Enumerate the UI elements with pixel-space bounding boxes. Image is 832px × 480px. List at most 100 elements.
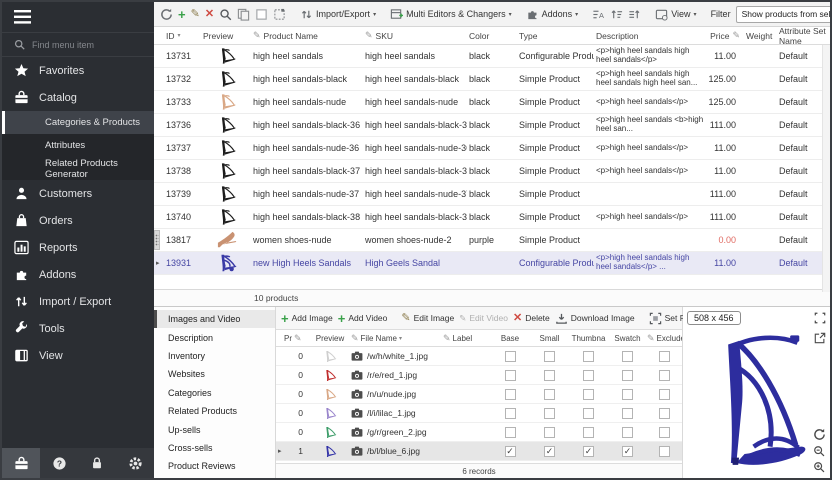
exclude-checkbox[interactable] bbox=[659, 370, 670, 381]
table-row[interactable]: 13817 women shoes-nude women shoes-nude-… bbox=[154, 229, 830, 252]
sidebar-item-related-products-generator[interactable]: Related Products Generator bbox=[2, 157, 154, 180]
sidebar-search[interactable] bbox=[2, 32, 154, 57]
image-row[interactable]: 0 /n/u/nude.jpg bbox=[276, 385, 682, 404]
vertical-scrollbar[interactable] bbox=[822, 45, 830, 292]
base-checkbox[interactable] bbox=[505, 427, 516, 438]
zoom-in-icon[interactable] bbox=[813, 461, 826, 473]
image-row[interactable]: 0 /l/i/lilac_1.jpg bbox=[276, 404, 682, 423]
thumbnail-checkbox[interactable] bbox=[583, 427, 594, 438]
base-checkbox[interactable]: ✓ bbox=[505, 446, 516, 457]
column-header-thumbnail[interactable]: Thumbna bbox=[569, 334, 608, 343]
expand-rows-button[interactable] bbox=[628, 8, 641, 21]
sidebar-item-customers[interactable]: Customers bbox=[2, 180, 154, 207]
edit-product-button[interactable]: ✎ bbox=[191, 9, 200, 20]
thumbnail-checkbox[interactable] bbox=[583, 370, 594, 381]
zoom-out-icon[interactable] bbox=[813, 445, 826, 457]
hamburger-menu-icon[interactable] bbox=[2, 2, 154, 32]
column-header-label[interactable]: ✎Label bbox=[443, 333, 490, 344]
column-header-small[interactable]: Small bbox=[530, 334, 569, 343]
checkbox-select-button[interactable] bbox=[255, 8, 268, 21]
tab-product-reviews[interactable]: Product Reviews bbox=[154, 457, 275, 475]
image-row-selected[interactable]: ▸1 /b/l/blue_6.jpg ✓ ✓ ✓ ✓ bbox=[276, 442, 682, 461]
column-header-color[interactable]: Color bbox=[467, 31, 517, 41]
table-row[interactable]: 13737 high heel sandals-nude-36 high hee… bbox=[154, 137, 830, 160]
table-row[interactable]: 13731 high heel sandals high heel sandal… bbox=[154, 45, 830, 68]
sidebar-item-tools[interactable]: Tools bbox=[2, 315, 154, 342]
delete-image-button[interactable]: ✕Delete bbox=[513, 313, 550, 324]
panel-splitter-handle[interactable] bbox=[154, 230, 160, 250]
swatch-checkbox[interactable]: ✓ bbox=[622, 446, 633, 457]
small-checkbox[interactable] bbox=[544, 370, 555, 381]
small-checkbox[interactable] bbox=[544, 427, 555, 438]
column-header-base[interactable]: Base bbox=[490, 334, 530, 343]
thumbnail-checkbox[interactable]: ✓ bbox=[583, 446, 594, 457]
sidebar-item-orders[interactable]: Orders bbox=[2, 207, 154, 234]
exclude-checkbox[interactable] bbox=[659, 389, 670, 400]
download-image-button[interactable]: Download Image bbox=[555, 312, 635, 325]
sidebar-item-reports[interactable]: Reports bbox=[2, 234, 154, 261]
table-row[interactable]: 13732 high heel sandals-black high heel … bbox=[154, 68, 830, 91]
lock-icon[interactable] bbox=[78, 448, 116, 478]
search-button[interactable] bbox=[219, 8, 232, 21]
edit-image-button[interactable]: ✎Edit Image bbox=[401, 313, 454, 324]
swatch-checkbox[interactable] bbox=[622, 408, 633, 419]
column-header-weight[interactable]: Weight bbox=[744, 31, 777, 41]
add-video-button[interactable]: +Add Video bbox=[338, 313, 388, 324]
import-export-menu[interactable]: Import/Export▾ bbox=[300, 8, 376, 21]
tab-description[interactable]: Description bbox=[154, 328, 275, 346]
add-image-button[interactable]: +Add Image bbox=[281, 313, 333, 324]
small-checkbox[interactable]: ✓ bbox=[544, 446, 555, 457]
column-header-sku[interactable]: ✎SKU bbox=[363, 30, 467, 41]
sidebar-item-attributes[interactable]: Attributes bbox=[2, 134, 154, 157]
image-row[interactable]: 0 /g/r/green_2.jpg bbox=[276, 423, 682, 442]
exclude-checkbox[interactable] bbox=[659, 351, 670, 362]
gear-icon[interactable] bbox=[116, 448, 154, 478]
column-header-type[interactable]: Type bbox=[517, 31, 594, 41]
addons-menu[interactable]: Addons▾ bbox=[526, 8, 579, 21]
sort-order-button[interactable] bbox=[610, 8, 623, 21]
swatch-checkbox[interactable] bbox=[622, 351, 633, 362]
add-product-button[interactable]: + bbox=[178, 9, 186, 20]
base-checkbox[interactable] bbox=[505, 370, 516, 381]
thumbnail-checkbox[interactable] bbox=[583, 408, 594, 419]
tab-up-sells[interactable]: Up-sells bbox=[154, 420, 275, 438]
search-input[interactable] bbox=[32, 40, 142, 50]
refresh-button[interactable] bbox=[160, 8, 173, 21]
tab-inventory[interactable]: Inventory bbox=[154, 347, 275, 365]
multi-editors-menu[interactable]: Multi Editors & Changers▾ bbox=[390, 8, 512, 21]
column-header-swatch[interactable]: Swatch bbox=[608, 334, 647, 343]
tab-related-products[interactable]: Related Products bbox=[154, 402, 275, 420]
rotate-icon[interactable] bbox=[813, 428, 826, 441]
column-header-file-name[interactable]: ✎File Name▾ bbox=[351, 333, 443, 344]
tab-websites[interactable]: Websites bbox=[154, 365, 275, 383]
column-header-preview[interactable]: Preview bbox=[201, 31, 251, 41]
table-row-selected[interactable]: ▸13931 new High Heels Sandals High Geels… bbox=[154, 252, 830, 275]
help-icon[interactable]: ? bbox=[40, 448, 78, 478]
small-checkbox[interactable] bbox=[544, 389, 555, 400]
sidebar-item-favorites[interactable]: Favorites bbox=[2, 57, 154, 84]
base-checkbox[interactable] bbox=[505, 389, 516, 400]
column-header-price[interactable]: Price✎ bbox=[704, 30, 744, 41]
column-header-attribute-set[interactable]: Attribute Set Name bbox=[777, 26, 830, 46]
table-row[interactable]: 13736 high heel sandals-black-36 high he… bbox=[154, 114, 830, 137]
tab-images-and-video[interactable]: Images and Video bbox=[154, 310, 275, 328]
store-icon[interactable] bbox=[2, 448, 40, 478]
exclude-checkbox[interactable] bbox=[659, 408, 670, 419]
copy-button[interactable] bbox=[237, 8, 250, 21]
column-header-position[interactable]: Pr✎ bbox=[284, 333, 309, 344]
sort-az-button[interactable]: A bbox=[592, 8, 605, 21]
column-header-id[interactable]: ID▾ bbox=[164, 31, 201, 41]
column-header-preview[interactable]: Preview bbox=[309, 334, 351, 343]
sidebar-item-import-export[interactable]: Import / Export bbox=[2, 288, 154, 315]
swatch-checkbox[interactable] bbox=[622, 389, 633, 400]
sidebar-item-view[interactable]: View bbox=[2, 342, 154, 369]
exclude-checkbox[interactable] bbox=[659, 427, 670, 438]
select-all-button[interactable] bbox=[273, 8, 286, 21]
column-header-description[interactable]: Description bbox=[594, 31, 704, 41]
swatch-checkbox[interactable] bbox=[622, 370, 633, 381]
base-checkbox[interactable] bbox=[505, 408, 516, 419]
small-checkbox[interactable] bbox=[544, 351, 555, 362]
sidebar-item-addons[interactable]: Addons bbox=[2, 261, 154, 288]
table-row[interactable]: 13733 high heel sandals-nude high heel s… bbox=[154, 91, 830, 114]
tab-categories[interactable]: Categories bbox=[154, 384, 275, 402]
